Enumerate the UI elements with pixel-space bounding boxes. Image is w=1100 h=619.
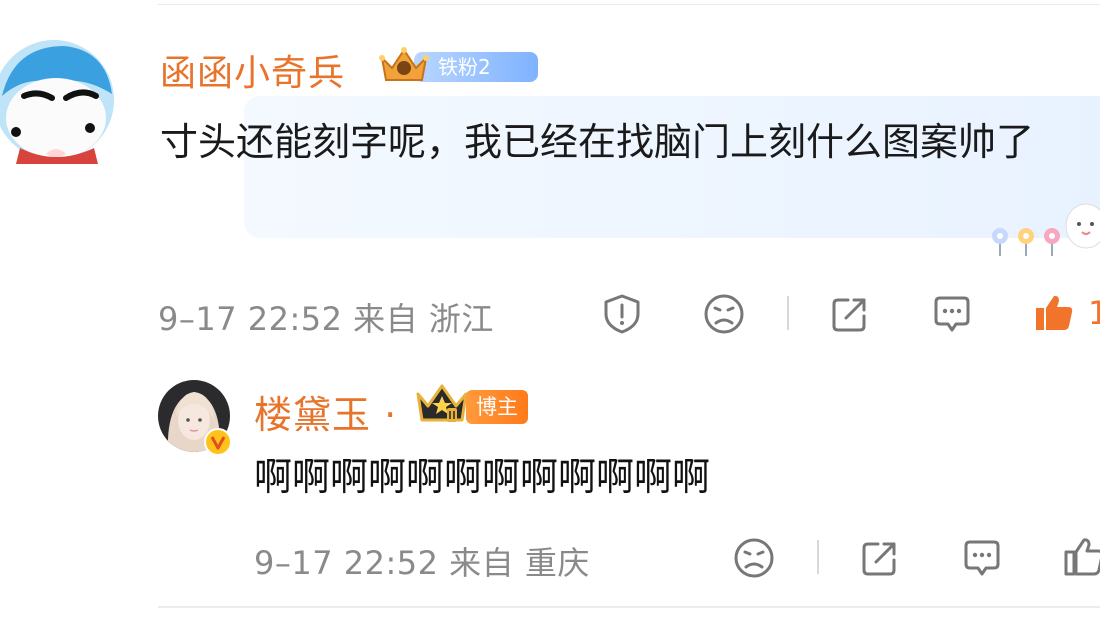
- commenter-username[interactable]: 函函小奇兵: [160, 44, 345, 96]
- action-separator: [787, 296, 789, 330]
- comment-text: 寸头还能刻字呢，我已经在找脑门上刻什么图案帅了: [160, 120, 1035, 164]
- report-icon[interactable]: [600, 292, 644, 336]
- comment-icon[interactable]: [930, 292, 974, 336]
- like-count: 1: [1088, 294, 1100, 332]
- share-icon[interactable]: [858, 536, 902, 580]
- blogger-badge: 博主: [466, 390, 528, 424]
- crown-icon: [379, 47, 429, 81]
- verified-v-icon: [204, 428, 232, 456]
- bubble-sticker-decoration: [986, 196, 1100, 262]
- like-icon-active[interactable]: [1032, 290, 1076, 334]
- top-divider: [158, 4, 1100, 5]
- comment-icon[interactable]: [960, 536, 1004, 580]
- reply-text: 啊啊啊啊啊啊啊啊啊啊啊啊: [254, 455, 711, 499]
- vip-crown-icon: [416, 384, 468, 422]
- dislike-face-icon[interactable]: [702, 292, 746, 336]
- reply-author-username[interactable]: 楼黛玉 ·: [254, 384, 397, 439]
- share-icon[interactable]: [828, 292, 872, 336]
- bottom-divider: [158, 606, 1100, 608]
- fan-level-label: 铁粉2: [414, 52, 538, 82]
- reply-meta: 9–17 22:52 来自 重庆: [254, 544, 590, 582]
- commenter-avatar[interactable]: [0, 36, 116, 164]
- like-icon[interactable]: [1062, 534, 1100, 578]
- action-separator: [817, 540, 819, 574]
- dislike-face-icon[interactable]: [732, 536, 776, 580]
- comment-meta: 9–17 22:52 来自 浙江: [158, 300, 494, 338]
